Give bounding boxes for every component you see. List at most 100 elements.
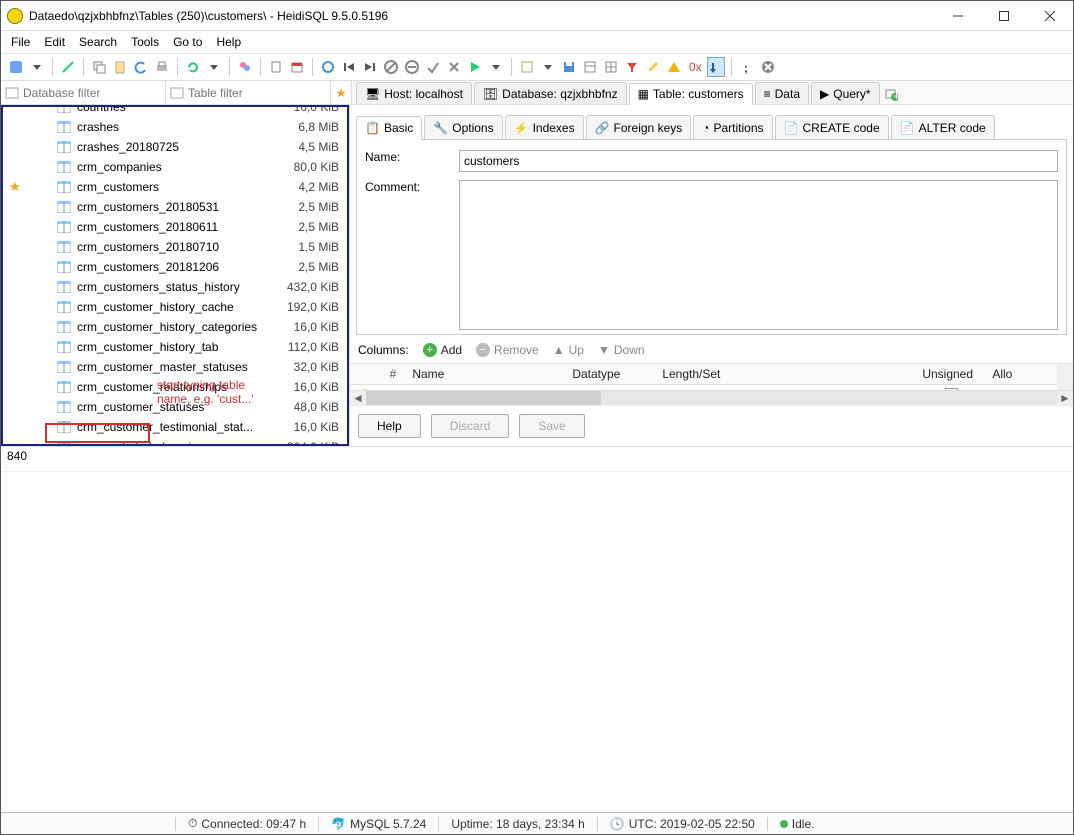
tree-item[interactable]: crm_customers_201807101,5 MiB — [3, 237, 347, 257]
toolbar-first-icon[interactable] — [340, 57, 358, 77]
subtab-basic[interactable]: 📋Basic — [356, 116, 422, 140]
tree-item[interactable]: crm_customer_testimonial_stat...16,0 KiB — [3, 417, 347, 437]
minimize-button[interactable] — [935, 1, 981, 31]
help-button[interactable]: Help — [358, 414, 421, 438]
tree-item[interactable]: ★crm_customers4,2 MiB — [3, 177, 347, 197]
top-tab-host[interactable]: 🖥Host: localhost — [356, 82, 472, 104]
toolbar-minus-icon[interactable] — [403, 57, 421, 77]
col-header-allow[interactable]: Allo — [986, 364, 1057, 385]
tree-item[interactable]: crashes6,8 MiB — [3, 117, 347, 137]
top-tab-data[interactable]: ≡Data — [755, 82, 809, 104]
menu-search[interactable]: Search — [79, 35, 117, 49]
toolbar-copy-icon[interactable] — [90, 57, 108, 77]
tree-list[interactable]: countries16,0 KiBcrashes6,8 MiBcrashes_2… — [3, 107, 347, 444]
toolbar-dropdown-icon[interactable] — [28, 57, 46, 77]
tree-item[interactable]: crm_companies80,0 KiB — [3, 157, 347, 177]
toolbar-script-icon[interactable] — [518, 57, 536, 77]
tree-item[interactable]: crm_customer_history_cache192,0 KiB — [3, 297, 347, 317]
toolbar-connect-icon[interactable] — [7, 57, 25, 77]
tree-item[interactable]: crm_customer_history_tab112,0 KiB — [3, 337, 347, 357]
close-button[interactable] — [1027, 1, 1073, 31]
tree-item[interactable]: crm_customer_relationships16,0 KiB — [3, 377, 347, 397]
tree-item[interactable]: crashes_201807254,5 MiB — [3, 137, 347, 157]
comment-input[interactable] — [459, 180, 1058, 330]
toolbar-stop-icon[interactable] — [382, 57, 400, 77]
toolbar-save-icon[interactable] — [560, 57, 578, 77]
toolbar-check-icon[interactable] — [424, 57, 442, 77]
menu-goto[interactable]: Go to — [173, 35, 202, 49]
toolbar-filter-icon[interactable] — [623, 57, 641, 77]
menu-help[interactable]: Help — [216, 35, 241, 49]
col-header-num[interactable]: # — [377, 364, 406, 385]
save-button[interactable]: Save — [519, 414, 584, 438]
col-header-name[interactable]: Name — [406, 364, 566, 385]
top-tab-table[interactable]: ▦Table: customers — [629, 83, 753, 105]
toolbar-run-icon[interactable] — [466, 57, 484, 77]
toolbar-hex-icon[interactable]: 0x — [686, 57, 704, 77]
tree-item[interactable]: crm_customers_201806112,5 MiB — [3, 217, 347, 237]
unsigned-checkbox[interactable] — [945, 388, 958, 390]
toolbar-dropdown3-icon[interactable] — [487, 57, 505, 77]
toolbar-dropdown2-icon[interactable] — [205, 57, 223, 77]
favorites-toggle[interactable]: ★ — [331, 81, 351, 104]
tree-item[interactable]: crm_customer_statuses48,0 KiB — [3, 397, 347, 417]
col-header-datatype[interactable]: Datatype — [566, 364, 656, 385]
toolbar-users-icon[interactable] — [236, 57, 254, 77]
name-input[interactable] — [459, 150, 1058, 172]
maximize-button[interactable] — [981, 1, 1027, 31]
toolbar-grid-icon[interactable] — [602, 57, 620, 77]
tree-item[interactable]: crm_customers_status_history432,0 KiB — [3, 277, 347, 297]
right-panel: 📋Basic🔧Options⚡Indexes🔗Foreign keys◔Part… — [349, 105, 1073, 446]
menu-edit[interactable]: Edit — [44, 35, 65, 49]
toolbar-picker-icon[interactable] — [59, 57, 77, 77]
tree-item[interactable]: countries16,0 KiB — [3, 107, 347, 117]
col-header-unsigned[interactable]: Unsigned — [916, 364, 986, 385]
table-filter[interactable]: Table filter — [166, 81, 331, 104]
toolbar-paste-icon[interactable] — [111, 57, 129, 77]
column-row[interactable]: 🔑1customer_idINT11 — [350, 385, 1057, 390]
discard-button[interactable]: Discard — [431, 414, 510, 438]
subtab-create-code[interactable]: 📄CREATE code — [775, 115, 889, 139]
subtab-partitions[interactable]: ◔Partitions — [693, 115, 772, 139]
menu-file[interactable]: File — [11, 35, 30, 49]
top-tab-query[interactable]: ▶Query* — [811, 82, 880, 104]
tree-item[interactable]: crm_excluded_domains304,0 KiB — [3, 437, 347, 444]
tree-item[interactable]: crm_customer_history_categories16,0 KiB — [3, 317, 347, 337]
toolbar-last-icon[interactable] — [361, 57, 379, 77]
toolbar-new-icon[interactable] — [267, 57, 285, 77]
tree-item[interactable]: crm_customers_201812062,5 MiB — [3, 257, 347, 277]
toolbar-print-icon[interactable] — [153, 57, 171, 77]
subtab-foreign-keys[interactable]: 🔗Foreign keys — [586, 115, 692, 139]
add-column-button[interactable]: +Add — [423, 343, 462, 357]
toolbar-calendar-icon[interactable] — [288, 57, 306, 77]
toolbar-semicolon-icon[interactable]: ; — [738, 57, 756, 77]
tree-item[interactable]: crm_customers_201805312,5 MiB — [3, 197, 347, 217]
tree-item[interactable]: crm_customer_master_statuses32,0 KiB — [3, 357, 347, 377]
col-header-length[interactable]: Length/Set — [656, 364, 916, 385]
columns-vscroll[interactable] — [1057, 364, 1073, 390]
new-query-tab[interactable]: + — [882, 84, 900, 104]
top-tab-db[interactable]: 🗄Database: qzjxbhbfnz — [474, 82, 627, 104]
toolbar-dropdown4-icon[interactable] — [539, 57, 557, 77]
database-filter[interactable]: Database filter — [1, 81, 166, 104]
toolbar-sort-icon[interactable] — [707, 57, 725, 77]
log-area[interactable] — [1, 471, 1073, 813]
columns-table[interactable]: # Name Datatype Length/Set Unsigned Allo… — [350, 364, 1057, 390]
subtab-alter-code[interactable]: 📄ALTER code — [891, 115, 995, 139]
toolbar-export-icon[interactable] — [581, 57, 599, 77]
toolbar-warn-icon[interactable] — [665, 57, 683, 77]
remove-column-button[interactable]: −Remove — [476, 343, 539, 357]
toolbar-reload-icon[interactable] — [319, 57, 337, 77]
subtab-indexes[interactable]: ⚡Indexes — [505, 115, 584, 139]
toolbar-refresh-icon[interactable] — [184, 57, 202, 77]
toolbar-edit-icon[interactable] — [644, 57, 662, 77]
status-uptime: Uptime: 18 days, 23:34 h — [445, 817, 590, 831]
menu-tools[interactable]: Tools — [131, 35, 159, 49]
subtab-options[interactable]: 🔧Options — [424, 115, 502, 139]
move-down-button[interactable]: ▼ Down — [598, 343, 645, 357]
toolbar-undo-icon[interactable] — [132, 57, 150, 77]
move-up-button[interactable]: ▲ Up — [553, 343, 584, 357]
toolbar-clear-icon[interactable] — [759, 57, 777, 77]
columns-hscroll[interactable]: ◄► — [350, 390, 1073, 406]
toolbar-cancel-icon[interactable] — [445, 57, 463, 77]
